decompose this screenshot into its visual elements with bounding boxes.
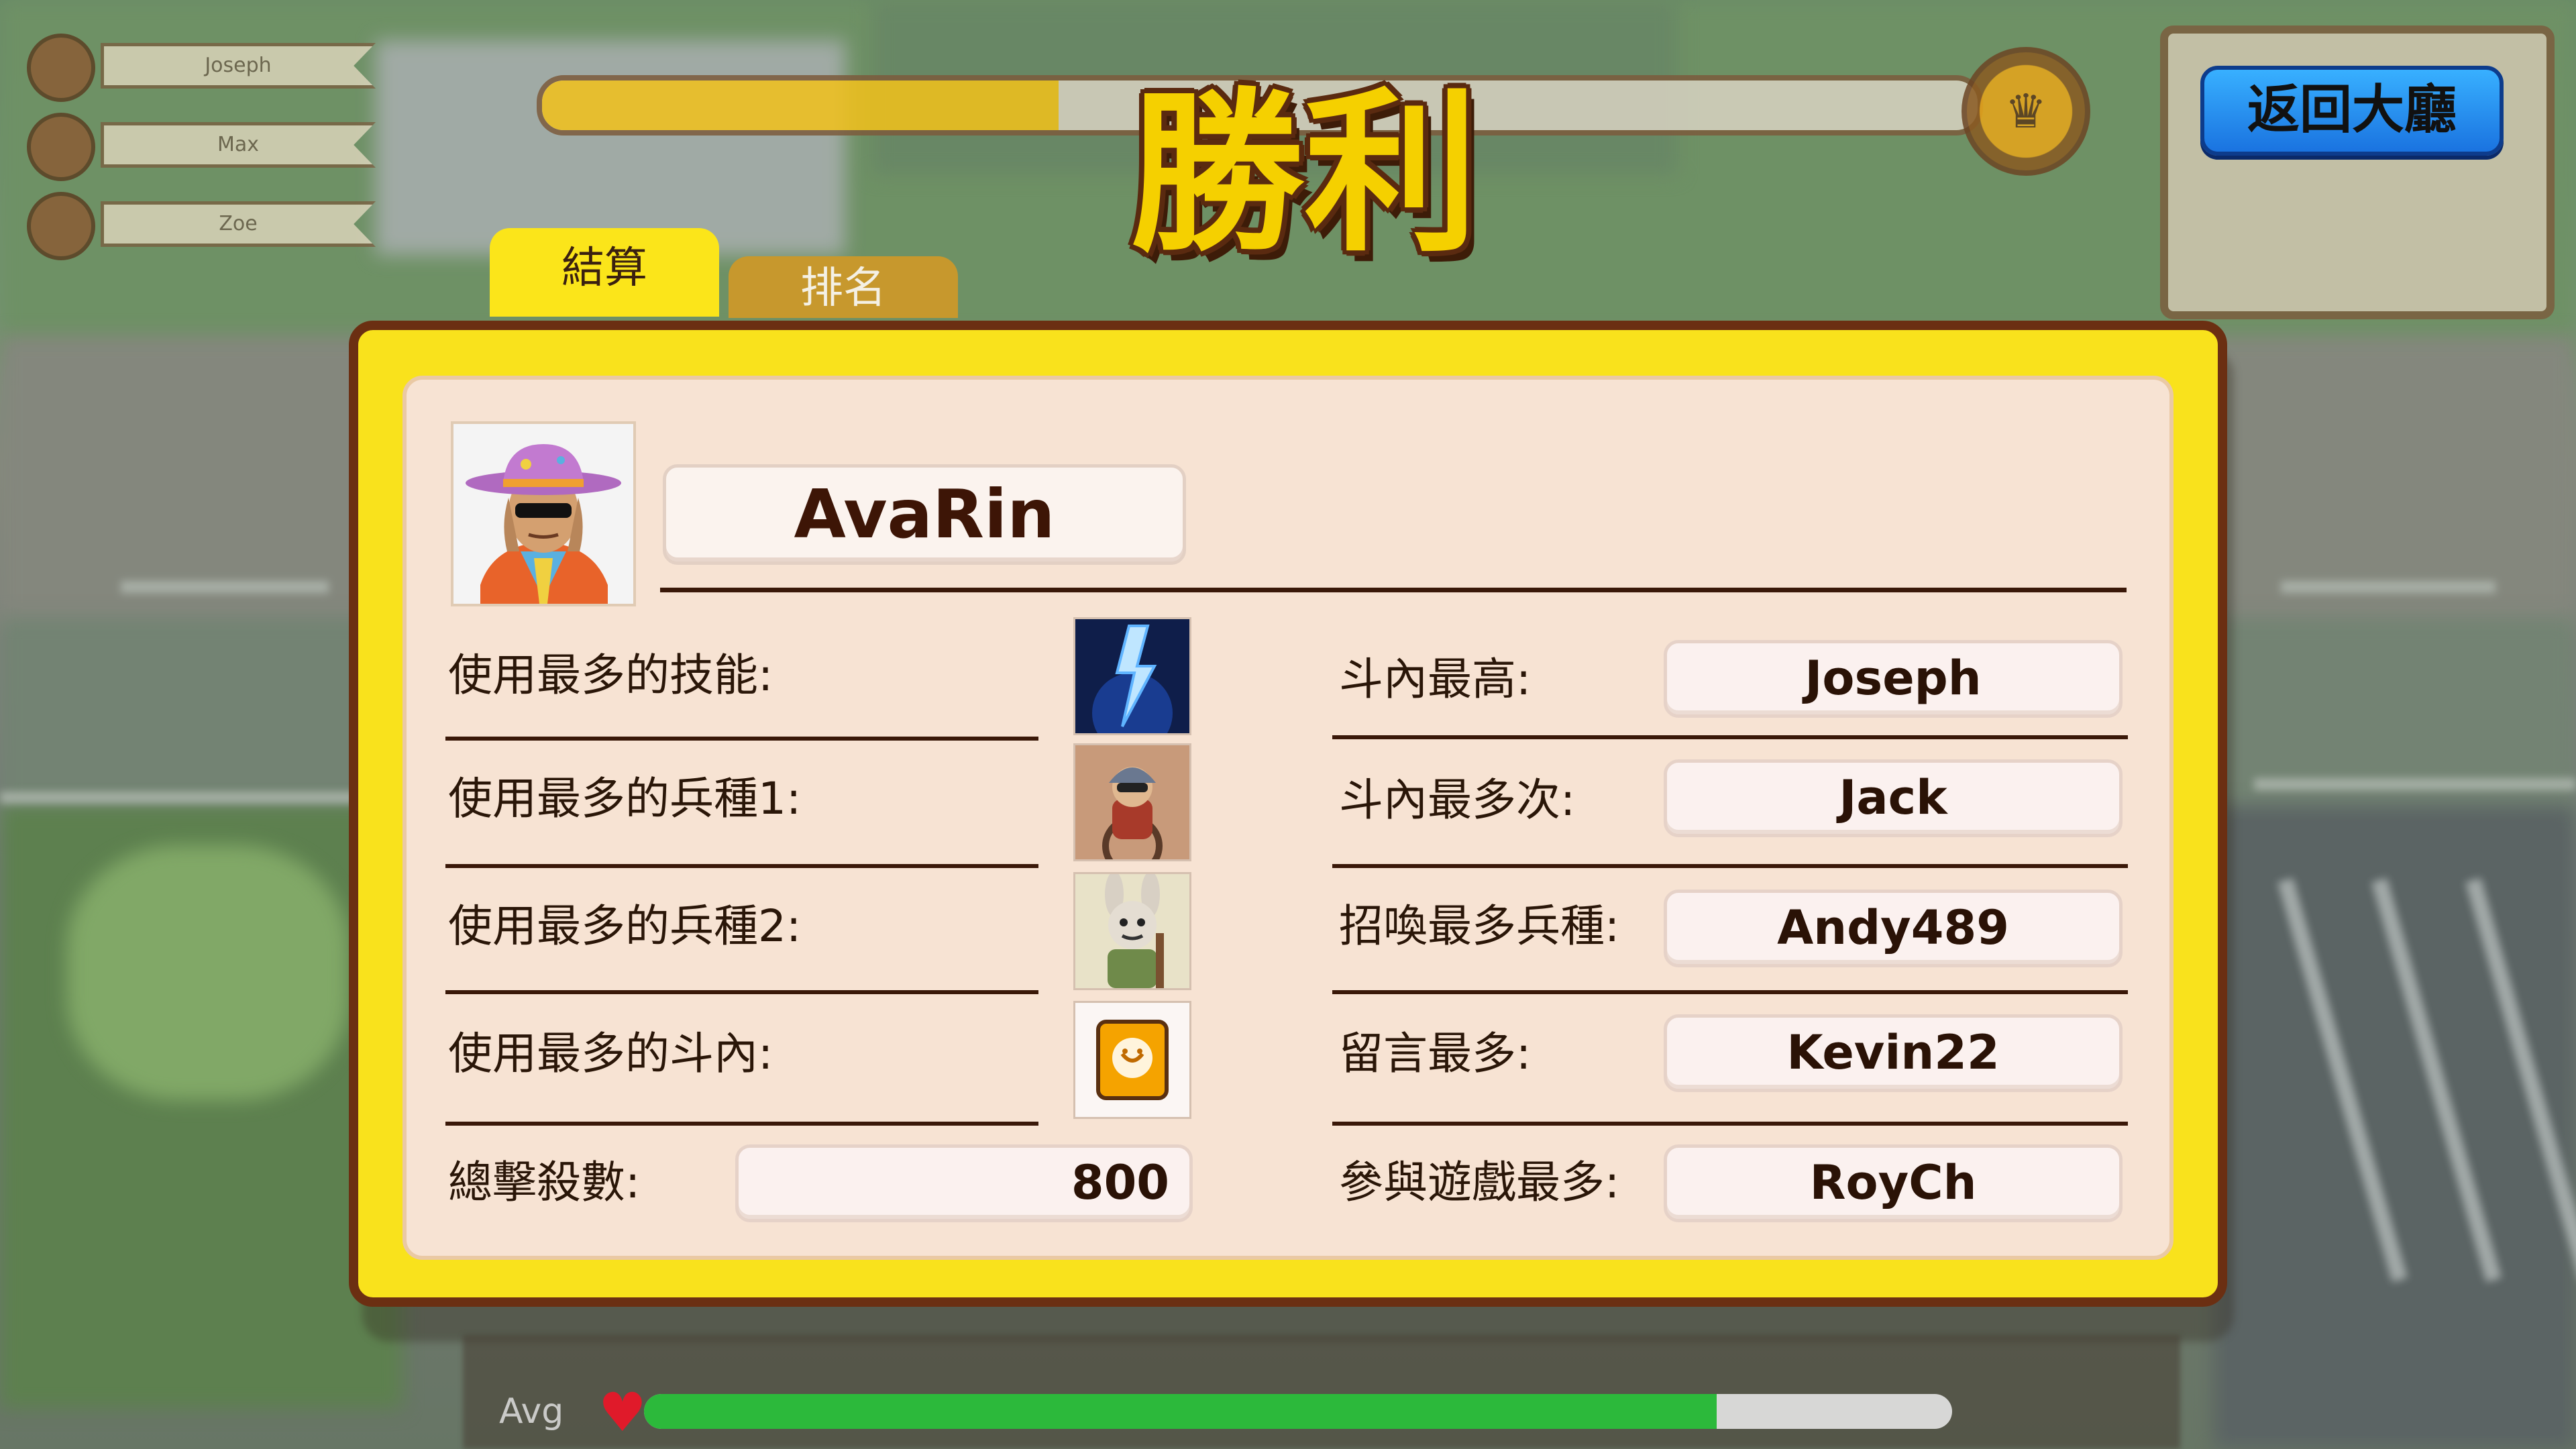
player-avatar-icon: [27, 34, 95, 102]
lightning-skill-icon: [1073, 617, 1191, 735]
back-to-lobby-button[interactable]: 返回大廳: [2200, 66, 2504, 156]
most-games-label: 參與遊戲最多:: [1339, 1157, 1620, 1208]
most-comments-label: 留言最多:: [1339, 1028, 1532, 1079]
most-used-donation-label: 使用最多的斗內:: [448, 1028, 773, 1079]
most-games-value: RoyCh: [1664, 1144, 2123, 1222]
tab-ranking[interactable]: 排名: [729, 256, 958, 318]
tab-result[interactable]: 結算: [490, 228, 719, 317]
most-used-unit-1-label: 使用最多的兵種1:: [448, 773, 802, 824]
divider: [1332, 864, 2128, 868]
player-avatar-icon: [453, 424, 633, 604]
divider: [445, 990, 1038, 994]
top-donor-label: 斗內最高:: [1339, 653, 1532, 705]
player-list-item: Joseph: [27, 34, 376, 102]
total-kills-value: 800: [735, 1144, 1193, 1222]
player-list-item: Zoe: [27, 192, 376, 260]
divider: [445, 1122, 1038, 1126]
most-used-unit-2-label: 使用最多的兵種2:: [448, 900, 802, 952]
rabbit-soldier-unit-icon: [1073, 872, 1191, 990]
divider: [1332, 735, 2128, 739]
donation-gift-icon: [1073, 1001, 1191, 1119]
most-comments-value: Kevin22: [1664, 1014, 2123, 1092]
most-donations-value: Jack: [1664, 759, 2123, 837]
divider: [1332, 990, 2128, 994]
total-kills-label: 總擊殺數:: [448, 1157, 641, 1208]
divider: [445, 737, 1038, 741]
victory-title: 勝利: [1130, 73, 1479, 276]
player-list-item: Max: [27, 113, 376, 181]
divider: [445, 864, 1038, 868]
hp-bar: [644, 1394, 1952, 1429]
divider: [1332, 1122, 2128, 1126]
player-avatar: [451, 421, 636, 606]
most-donations-label: 斗內最多次:: [1339, 774, 1576, 826]
divider: [660, 588, 2127, 592]
player-name: Zoe: [101, 201, 376, 247]
top-donor-value: Joseph: [1664, 640, 2123, 718]
most-used-skill-label: 使用最多的技能:: [448, 649, 773, 701]
cyclist-unit-icon: [1073, 743, 1191, 861]
player-name: Joseph: [101, 43, 376, 89]
player-name: Max: [101, 122, 376, 168]
heart-icon: ♥: [598, 1381, 647, 1444]
player-avatar-icon: [27, 113, 95, 181]
hp-label: Avg: [499, 1391, 564, 1432]
most-summons-value: Andy489: [1664, 890, 2123, 967]
boss-progress-fill: [542, 80, 1059, 130]
most-summons-label: 招喚最多兵種:: [1339, 900, 1620, 952]
hp-bar-fill: [644, 1394, 1717, 1429]
player-name-display: AvaRin: [663, 464, 1186, 565]
boss-badge-icon: ♛: [1962, 47, 2090, 176]
player-avatar-icon: [27, 192, 95, 260]
